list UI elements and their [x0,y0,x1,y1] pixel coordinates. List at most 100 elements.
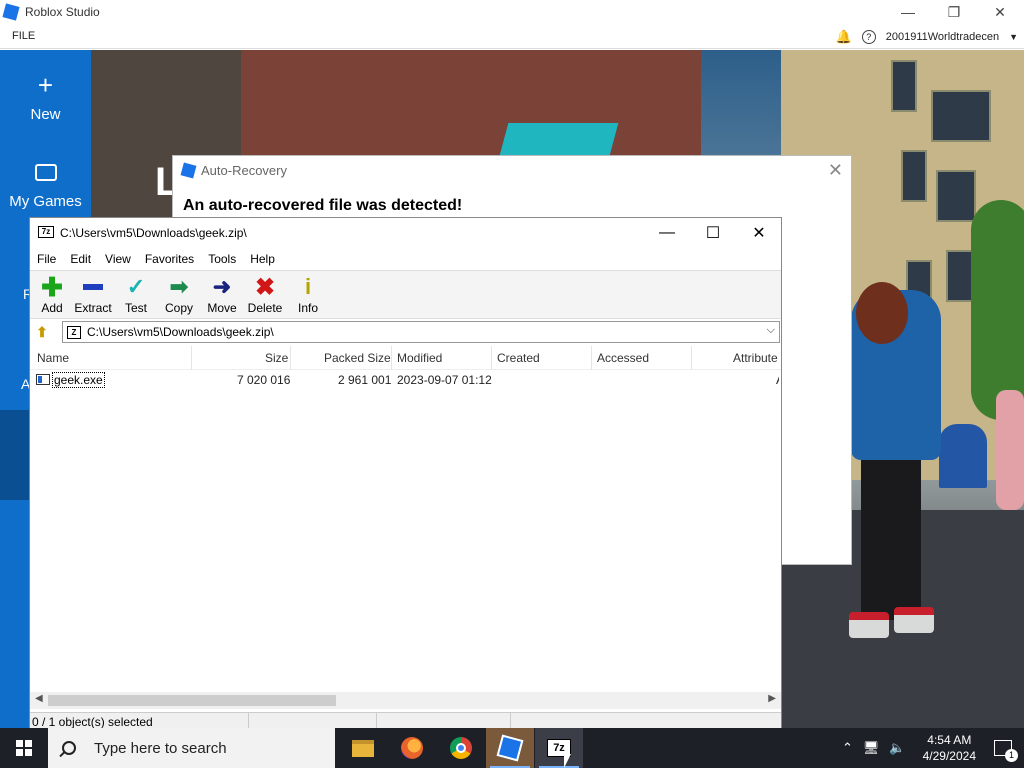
auto-recovery-title: Auto-Recovery [201,163,287,178]
file-name[interactable]: geek.exe [52,372,105,388]
7zip-titlebar: 7z C:\Users\vm5\Downloads\geek.zip\ — ☐ … [30,218,781,248]
test-button[interactable]: ✓ Test [114,273,158,315]
file-list-header: Name Size Packed Size Modified Created A… [30,346,781,370]
clock[interactable]: 4:54 AM 4/29/2024 [923,732,976,764]
add-label: Add [41,301,63,315]
sidebar-my-games-label: My Games [9,193,82,210]
add-button[interactable]: ✚ Add [30,271,74,316]
7zip-window: 7z C:\Users\vm5\Downloads\geek.zip\ — ☐ … [29,217,782,731]
roblox-username[interactable]: 2001911Worldtradecen [886,31,999,43]
extract-button[interactable]: Extract [71,273,115,315]
x-icon: ✖ [254,273,276,301]
column-divider[interactable] [491,346,492,370]
7zip-window-title: C:\Users\vm5\Downloads\geek.zip\ [60,226,247,240]
roblox-studio-logo-icon [2,3,20,21]
info-button[interactable]: i Info [286,273,330,315]
roblox-file-menu[interactable]: FILE [12,30,35,42]
start-button[interactable] [0,728,48,768]
scene-mailbox [939,424,987,488]
delete-label: Delete [247,301,283,315]
roblox-studio-icon [496,734,524,762]
copy-button[interactable]: ➡ Copy [157,273,201,315]
bell-icon[interactable]: 🔔 [836,29,852,45]
folder-icon [352,739,374,757]
menu-tools[interactable]: Tools [201,252,243,266]
column-divider[interactable] [691,346,692,370]
menu-file[interactable]: File [30,252,63,266]
chrome-icon [450,737,472,759]
firefox-icon [401,737,423,759]
menu-favorites[interactable]: Favorites [138,252,201,266]
7zip-maximize-button[interactable]: ☐ [690,218,736,248]
zip-archive-icon: Z [67,325,81,339]
menu-view[interactable]: View [98,252,138,266]
plus-icon: ✚ [41,271,63,302]
roblox-account-area: 🔔 ? 2001911Worldtradecen ▼ [836,24,1024,49]
info-icon: i [304,274,312,299]
chevron-up-icon[interactable]: ⌃ [842,740,853,756]
scroll-right-icon[interactable]: ▶ [768,693,776,704]
taskbar: Type here to search 7z ⌃ 🖥 🔈 4:54 AM 4/2… [0,728,1024,768]
double-arrow-icon: ➡ [169,274,189,299]
up-folder-icon[interactable]: ⬆ [30,321,54,343]
volume-muted-icon[interactable]: 🔈 [889,740,905,756]
taskbar-search-box[interactable]: Type here to search [48,728,335,768]
column-divider[interactable] [191,346,192,370]
notification-center-icon[interactable]: 1 [994,740,1018,762]
file-size: 7 020 016 [237,373,291,387]
help-icon[interactable]: ? [861,29,876,44]
roblox-logo-icon [180,162,197,179]
column-attributes[interactable]: Attribute [733,351,778,365]
scene-character-shoe [849,612,889,638]
column-created[interactable]: Created [497,351,540,365]
info-label: Info [297,301,318,315]
selection-status: 0 / 1 object(s) selected [32,715,153,729]
column-accessed[interactable]: Accessed [597,351,649,365]
column-modified[interactable]: Modified [397,351,442,365]
column-divider[interactable] [591,346,592,370]
column-divider[interactable] [290,346,291,370]
column-divider[interactable] [391,346,392,370]
roblox-titlebar: Roblox Studio — ❐ ✕ [0,0,1024,24]
taskbar-chrome[interactable] [437,728,485,768]
file-row[interactable]: geek.exe 7 020 016 2 961 001 2023-09-07 … [34,371,779,389]
clock-date: 4/29/2024 [922,749,976,763]
scene-tree [971,200,1024,420]
column-size[interactable]: Size [265,351,288,365]
delete-button[interactable]: ✖ Delete [243,273,287,316]
move-button[interactable]: ➜ Move [200,273,244,315]
7zip-address-row: ⬆ Z C:\Users\vm5\Downloads\geek.zip\ ⌵ [30,320,781,344]
windows-logo-icon [16,740,32,756]
taskbar-file-explorer[interactable] [339,728,387,768]
menu-edit[interactable]: Edit [63,252,98,266]
scene-window [936,170,976,222]
roblox-minimize-button[interactable]: — [885,0,931,24]
roblox-account-dropdown-icon[interactable]: ▼ [1009,32,1018,42]
sidebar-selected-item[interactable] [0,410,30,500]
7zip-toolbar: ✚ Add Extract ✓ Test ➡ Copy ➜ Move ✖ Del… [30,270,781,319]
column-packed-size[interactable]: Packed Size [324,351,391,365]
taskbar-firefox[interactable] [388,728,436,768]
sidebar-item-new[interactable]: + New [0,72,91,123]
sidebar-item-my-games[interactable]: My Games [0,164,91,210]
column-name[interactable]: Name [37,351,69,365]
scroll-left-icon[interactable]: ◀ [35,693,43,704]
briefcase-icon [34,164,57,181]
horizontal-scrollbar[interactable]: ◀ ▶ [30,692,781,709]
roblox-close-button[interactable]: ✕ [977,0,1023,24]
address-bar[interactable]: Z C:\Users\vm5\Downloads\geek.zip\ ⌵ [62,321,780,343]
auto-recovery-close-button[interactable]: ✕ [828,160,843,181]
sidebar-new-label: New [30,106,61,123]
roblox-restore-button[interactable]: ❐ [931,0,977,24]
taskbar-roblox-studio[interactable] [486,728,534,768]
file-attributes: A [776,373,779,387]
network-icon[interactable]: 🖥 [863,740,880,756]
scene-window [931,90,991,142]
7zip-minimize-button[interactable]: — [644,218,690,248]
file-modified: 2023-09-07 01:12 [397,373,492,387]
scrollbar-thumb[interactable] [48,695,336,706]
mouse-cursor [564,754,576,768]
chevron-down-icon[interactable]: ⌵ [767,324,775,337]
menu-help[interactable]: Help [243,252,282,266]
7zip-close-button[interactable]: ✕ [736,218,782,248]
